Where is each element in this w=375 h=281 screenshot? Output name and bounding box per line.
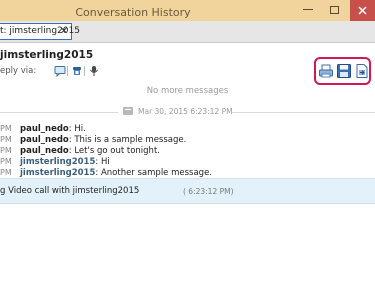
save-icon[interactable]	[336, 63, 352, 79]
message-text: : Let's go out tonight.	[68, 146, 160, 156]
call-notice-text: g Video call with jimsterling2015	[0, 186, 140, 196]
date-divider: Mar 30, 2015 6:23:12 PM	[138, 107, 233, 116]
export-icon[interactable]	[354, 63, 370, 79]
message-text: : Hi	[95, 157, 110, 167]
message-text: : Hi.	[68, 124, 86, 134]
tab-close-button[interactable]: ✕	[58, 24, 70, 39]
message-time: PM	[0, 168, 12, 177]
reply-via-label: eply via:	[0, 66, 37, 76]
contact-name: jimsterling2015	[0, 49, 94, 61]
message-text: : This is a sample message.	[68, 135, 187, 145]
no-more-messages: No more messages	[146, 86, 229, 96]
close-window-button[interactable]	[350, 0, 375, 21]
chat-icon[interactable]	[54, 65, 66, 77]
microphone-icon[interactable]	[88, 65, 100, 77]
maximize-button[interactable]	[330, 6, 339, 14]
message-time: PM	[0, 124, 12, 133]
call-notice-time: ( 6:23:12 PM)	[183, 187, 234, 196]
date-divider-line	[232, 112, 375, 113]
message-text: : Another sample message.	[95, 168, 213, 178]
print-icon[interactable]	[318, 63, 334, 79]
message-sender: paul_nedo	[20, 146, 69, 156]
message-sender: paul_nedo	[20, 124, 69, 134]
message-sender: jimsterling2015	[20, 168, 96, 178]
message-time: PM	[0, 157, 12, 166]
calendar-icon	[123, 107, 133, 115]
divider	[84, 66, 85, 76]
message-sender: jimsterling2015	[20, 157, 96, 167]
minimize-button[interactable]	[303, 8, 313, 10]
close-icon	[358, 6, 367, 15]
phone-icon[interactable]	[71, 65, 83, 77]
message-time: PM	[0, 135, 12, 144]
message-sender: paul_nedo	[20, 135, 69, 145]
date-divider-line	[0, 112, 118, 113]
divider	[67, 66, 68, 76]
message-time: PM	[0, 146, 12, 155]
